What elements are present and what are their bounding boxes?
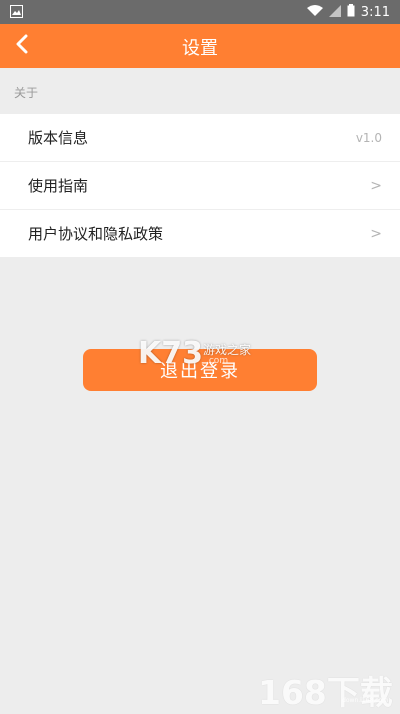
image-icon [10,5,23,22]
settings-list: 版本信息 v1.0 使用指南 > 用户协议和隐私政策 > [0,114,400,257]
chevron-right-icon: > [370,177,382,194]
list-item-label: 使用指南 [28,177,89,195]
signal-icon [328,4,341,21]
status-icons: 3:11 [306,4,390,21]
header: 设置 [0,24,400,68]
battery-icon [347,4,355,21]
status-bar: 3:11 [0,0,400,24]
k73-watermark-url: .com [206,356,229,366]
list-item-user-agreement-privacy[interactable]: 用户协议和隐私政策 > [0,210,400,257]
section-label-about: 关于 [14,86,39,100]
168-watermark-url: down.i168.com [342,697,388,704]
list-item-label: 用户协议和隐私政策 [28,225,164,243]
chevron-right-icon: > [370,225,382,242]
status-time: 3:11 [360,5,390,20]
wifi-icon [306,4,323,21]
k73-watermark-logo: K73 [138,336,203,371]
list-item-label: 版本信息 [28,129,89,147]
page-title: 设置 [182,38,218,59]
168-watermark-logo: 168下载 [258,673,393,712]
version-value: v1.0 [355,130,382,145]
list-item-version-info[interactable]: 版本信息 v1.0 [0,114,400,162]
list-item-user-guide[interactable]: 使用指南 > [0,162,400,210]
